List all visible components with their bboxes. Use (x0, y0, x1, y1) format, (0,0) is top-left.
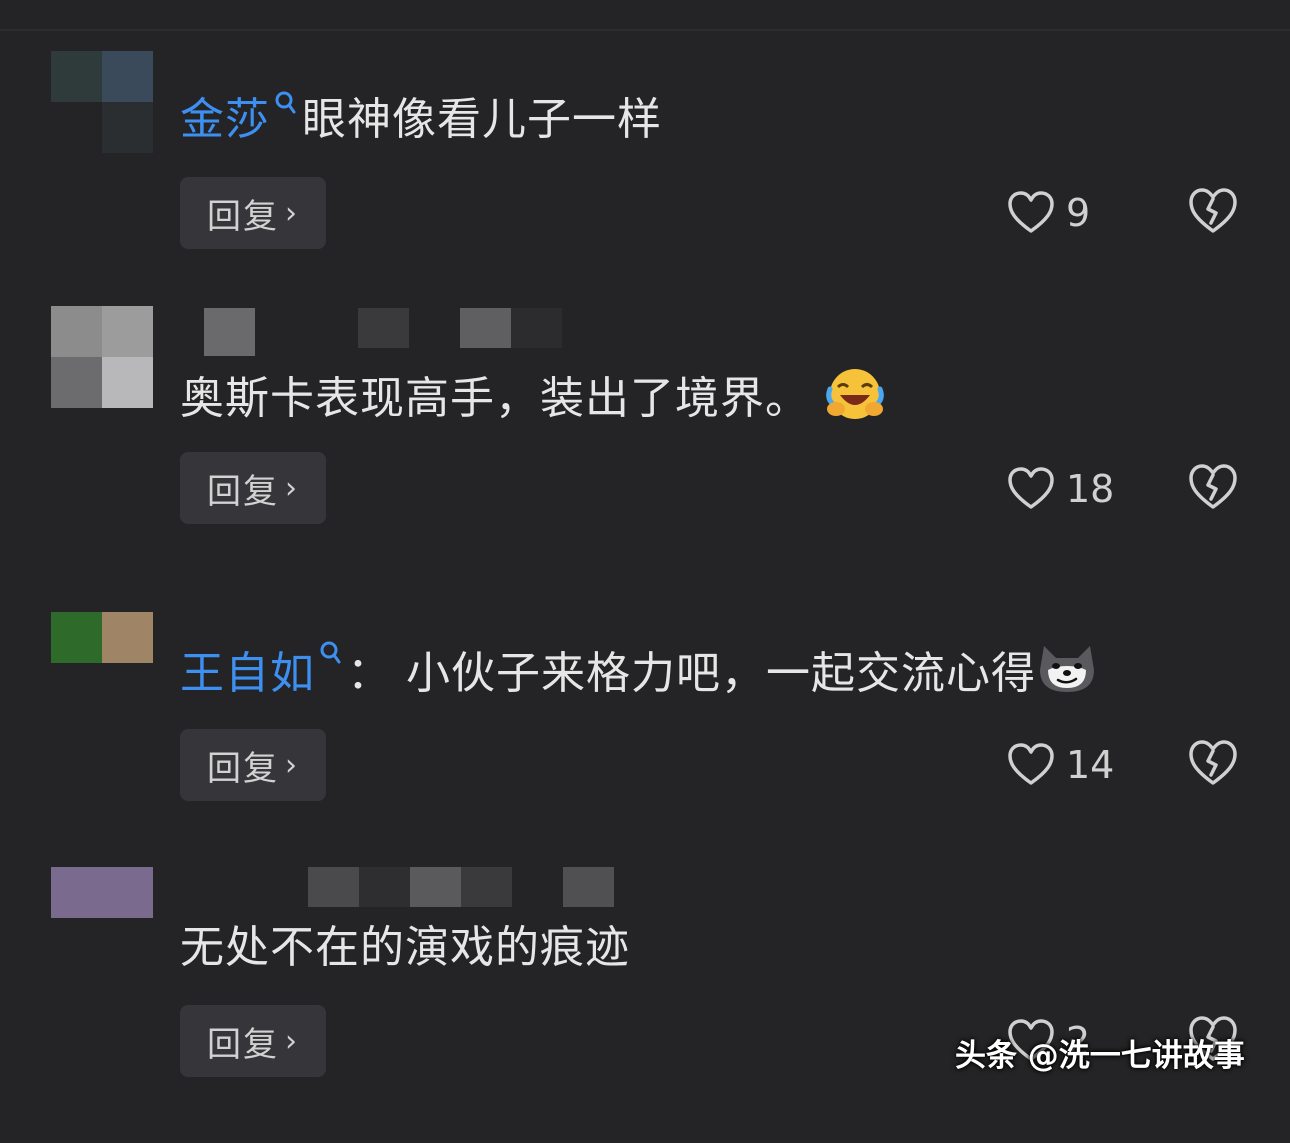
chevron-right-icon: › (285, 1023, 299, 1059)
avatar[interactable] (51, 867, 153, 969)
colon-separator: ： (347, 648, 392, 699)
blurred-username (180, 867, 780, 919)
chevron-right-icon: › (285, 747, 299, 783)
blurred-username (180, 306, 780, 358)
like-count: 18 (1066, 467, 1115, 511)
comment-item: 王自如 ： 小伙子来格力吧，一起交流心得 回复 › 14 (0, 612, 1290, 888)
avatar[interactable] (51, 612, 153, 714)
comment-text-line: 王自如 ： 小伙子来格力吧，一起交流心得 (180, 640, 1098, 712)
chevron-right-icon: › (285, 195, 299, 231)
smirk-dog-emoji (1036, 640, 1098, 712)
comment-text: 无处不在的演戏的痕迹 (180, 922, 630, 973)
reply-label: 回复 (207, 1024, 279, 1065)
comment-text-line: 金莎 眼神像看儿子一样 (180, 90, 662, 150)
search-icon[interactable] (274, 90, 296, 126)
like-count: 9 (1066, 191, 1091, 235)
username-link[interactable]: 金莎 (180, 94, 270, 145)
like-count: 14 (1066, 743, 1115, 787)
reply-button[interactable]: 回复 › (180, 1005, 326, 1077)
reply-label: 回复 (207, 748, 279, 789)
comment-text-line: 奥斯卡表现高手，装出了境界。 (180, 365, 886, 437)
comment-item: 金莎 眼神像看儿子一样 回复 › 9 (0, 51, 1290, 327)
like-button[interactable]: 14 (1008, 737, 1114, 793)
comment-text: 奥斯卡表现高手，装出了境界。 (180, 373, 810, 424)
reply-button[interactable]: 回复 › (180, 452, 326, 524)
avatar[interactable] (51, 51, 153, 153)
comment-text-line: 无处不在的演戏的痕迹 (180, 918, 630, 978)
like-button[interactable]: 18 (1008, 461, 1114, 517)
heart-outline-icon (1008, 467, 1054, 509)
heart-outline-icon (1008, 743, 1054, 785)
broken-heart-icon[interactable] (1188, 739, 1238, 787)
reply-label: 回复 (207, 196, 279, 237)
chevron-right-icon: › (285, 470, 299, 506)
like-button[interactable]: 9 (1008, 185, 1090, 241)
search-icon[interactable] (319, 640, 341, 676)
top-divider (0, 29, 1290, 31)
username-link[interactable]: 王自如 (180, 648, 315, 699)
broken-heart-icon[interactable] (1188, 187, 1238, 235)
watermark: 头条 @洗一七讲故事 (955, 1038, 1245, 1074)
heart-outline-icon (1008, 191, 1054, 233)
avatar[interactable] (51, 306, 153, 408)
reply-label: 回复 (207, 471, 279, 512)
reply-button[interactable]: 回复 › (180, 177, 326, 249)
comment-text: 小伙子来格力吧，一起交流心得 (406, 648, 1036, 699)
broken-heart-icon[interactable] (1188, 463, 1238, 511)
comment-item: 无处不在的演戏的痕迹 回复 › 2 (0, 867, 1290, 1143)
laughing-face-emoji (824, 365, 886, 437)
comment-text: 眼神像看儿子一样 (302, 94, 662, 145)
comment-item: 奥斯卡表现高手，装出了境界。 回复 › 18 (0, 306, 1290, 582)
reply-button[interactable]: 回复 › (180, 729, 326, 801)
